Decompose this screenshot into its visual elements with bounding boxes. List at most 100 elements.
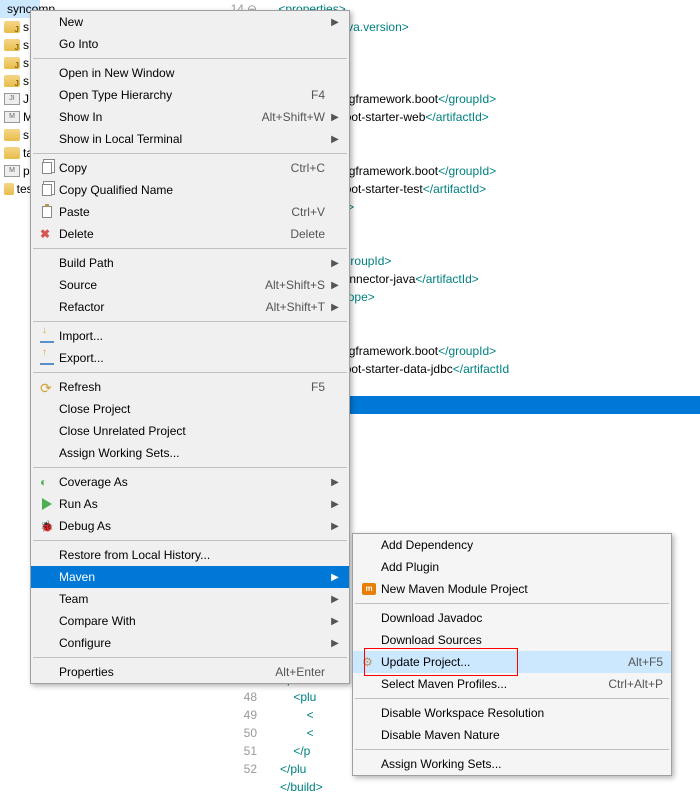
- menu-item-debug-as[interactable]: Debug As▶: [31, 515, 349, 537]
- menu-item-delete[interactable]: DeleteDelete: [31, 223, 349, 245]
- menu-item-update-project[interactable]: Update Project...Alt+F5: [353, 651, 671, 673]
- menu-item-copy-qualified-name[interactable]: Copy Qualified Name: [31, 179, 349, 201]
- menu-item-compare-with[interactable]: Compare With▶: [31, 610, 349, 632]
- menu-item-open-type-hierarchy[interactable]: Open Type HierarchyF4: [31, 84, 349, 106]
- menu-label: Show in Local Terminal: [59, 132, 329, 146]
- menu-item-show-in-local-terminal[interactable]: Show in Local Terminal▶: [31, 128, 349, 150]
- menu-separator: [33, 321, 347, 322]
- menu-item-restore-from-local-history[interactable]: Restore from Local History...: [31, 544, 349, 566]
- menu-separator: [33, 248, 347, 249]
- menu-label: Export...: [59, 351, 329, 365]
- submenu-arrow-icon: ▶: [329, 258, 341, 269]
- refresh-icon: [35, 380, 59, 394]
- menu-separator: [33, 372, 347, 373]
- menu-item-maven[interactable]: Maven▶: [31, 566, 349, 588]
- import-icon: [35, 329, 59, 343]
- menu-label: Close Unrelated Project: [59, 424, 329, 438]
- menu-label: Source: [59, 278, 265, 292]
- maven-submenu: Add Dependency Add Plugin New Maven Module…: [352, 533, 672, 776]
- menu-label: Coverage As: [59, 475, 329, 489]
- submenu-arrow-icon: ▶: [329, 594, 341, 605]
- menu-item-show-in[interactable]: Show InAlt+Shift+W▶: [31, 106, 349, 128]
- menu-item-paste[interactable]: PasteCtrl+V: [31, 201, 349, 223]
- menu-item-disable-maven-nature[interactable]: Disable Maven Nature: [353, 724, 671, 746]
- submenu-arrow-icon: ▶: [329, 302, 341, 313]
- menu-item-import[interactable]: Import...: [31, 325, 349, 347]
- delete-icon: [35, 227, 59, 241]
- menu-item-add-dependency[interactable]: Add Dependency: [353, 534, 671, 556]
- menu-label: New: [59, 15, 329, 29]
- menu-item-open-in-new-window[interactable]: Open in New Window: [31, 62, 349, 84]
- menu-label: Disable Maven Nature: [381, 728, 663, 742]
- export-icon: [35, 351, 59, 365]
- menu-label: Select Maven Profiles...: [381, 677, 608, 691]
- folder-icon: [4, 147, 20, 159]
- folder-icon: [4, 39, 20, 51]
- menu-label: Update Project...: [381, 655, 628, 669]
- menu-item-download-sources[interactable]: Download Sources: [353, 629, 671, 651]
- menu-item-coverage-as[interactable]: Coverage As▶: [31, 471, 349, 493]
- menu-item-configure[interactable]: Configure▶: [31, 632, 349, 654]
- tree-label: s: [23, 128, 29, 142]
- menu-label: Copy: [59, 161, 291, 175]
- tree-label: s: [23, 20, 29, 34]
- menu-shortcut: F4: [311, 88, 325, 102]
- coverage-icon: [35, 475, 59, 489]
- folder-icon: [4, 57, 20, 69]
- menu-item-run-as[interactable]: Run As▶: [31, 493, 349, 515]
- menu-label: Import...: [59, 329, 329, 343]
- menu-shortcut: Alt+Shift+S: [265, 278, 325, 292]
- menu-item-export[interactable]: Export...: [31, 347, 349, 369]
- menu-label: Add Dependency: [381, 538, 663, 552]
- menu-label: Assign Working Sets...: [381, 757, 663, 771]
- menu-label: Refactor: [59, 300, 266, 314]
- menu-shortcut: Alt+Shift+W: [262, 110, 325, 124]
- submenu-arrow-icon: ▶: [329, 134, 341, 145]
- menu-label: Maven: [59, 570, 329, 584]
- menu-label: Refresh: [59, 380, 311, 394]
- submenu-arrow-icon: ▶: [329, 521, 341, 532]
- menu-shortcut: Ctrl+C: [291, 161, 325, 175]
- menu-label: Close Project: [59, 402, 329, 416]
- menu-separator: [355, 698, 669, 699]
- menu-label: New Maven Module Project: [381, 582, 663, 596]
- menu-item-source[interactable]: SourceAlt+Shift+S▶: [31, 274, 349, 296]
- debug-icon: [35, 519, 59, 533]
- menu-item-download-javadoc[interactable]: Download Javadoc: [353, 607, 671, 629]
- menu-item-close-unrelated-project[interactable]: Close Unrelated Project: [31, 420, 349, 442]
- menu-shortcut: Alt+Enter: [275, 665, 325, 679]
- folder-icon: [4, 21, 20, 33]
- menu-item-copy[interactable]: CopyCtrl+C: [31, 157, 349, 179]
- menu-item-new[interactable]: New▶: [31, 11, 349, 33]
- menu-item-refactor[interactable]: RefactorAlt+Shift+T▶: [31, 296, 349, 318]
- submenu-arrow-icon: ▶: [329, 17, 341, 28]
- m2-icon: [357, 583, 381, 595]
- menu-label: Copy Qualified Name: [59, 183, 329, 197]
- menu-separator: [33, 58, 347, 59]
- menu-item-close-project[interactable]: Close Project: [31, 398, 349, 420]
- menu-label: Compare With: [59, 614, 329, 628]
- submenu-arrow-icon: ▶: [329, 638, 341, 649]
- menu-label: Assign Working Sets...: [59, 446, 329, 460]
- menu-item-new-maven-module-project[interactable]: New Maven Module Project: [353, 578, 671, 600]
- menu-item-team[interactable]: Team▶: [31, 588, 349, 610]
- menu-item-refresh[interactable]: RefreshF5: [31, 376, 349, 398]
- menu-item-disable-workspace-resolution[interactable]: Disable Workspace Resolution: [353, 702, 671, 724]
- menu-label: Team: [59, 592, 329, 606]
- menu-label: Debug As: [59, 519, 329, 533]
- menu-label: Open Type Hierarchy: [59, 88, 311, 102]
- menu-item-properties[interactable]: PropertiesAlt+Enter: [31, 661, 349, 683]
- menu-item-select-maven-profiles[interactable]: Select Maven Profiles...Ctrl+Alt+P: [353, 673, 671, 695]
- menu-item-add-plugin[interactable]: Add Plugin: [353, 556, 671, 578]
- menu-label: Delete: [59, 227, 290, 241]
- submenu-arrow-icon: ▶: [329, 572, 341, 583]
- menu-separator: [355, 749, 669, 750]
- menu-label: Show In: [59, 110, 262, 124]
- menu-item-build-path[interactable]: Build Path▶: [31, 252, 349, 274]
- menu-item-assign-working-sets[interactable]: Assign Working Sets...: [31, 442, 349, 464]
- tree-label: p: [23, 164, 30, 178]
- menu-label: Go Into: [59, 37, 329, 51]
- folder-icon: [4, 75, 20, 87]
- menu-item-assign-working-sets[interactable]: Assign Working Sets...: [353, 753, 671, 775]
- menu-item-go-into[interactable]: Go Into: [31, 33, 349, 55]
